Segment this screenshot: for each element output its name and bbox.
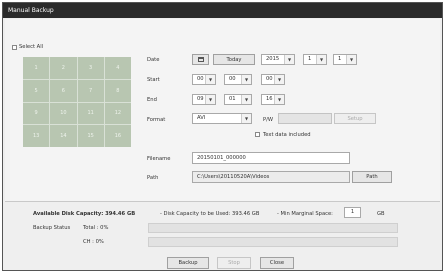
- window-title: Manual Backup: [3, 3, 442, 18]
- calendar-icon: [197, 57, 204, 62]
- channel-cell[interactable]: 11: [77, 102, 104, 125]
- chevron-down-icon: ▼: [346, 55, 356, 64]
- chevron-down-icon: ▼: [274, 75, 284, 84]
- year-select[interactable]: 2015 ▼: [261, 54, 295, 65]
- path-label: Path: [147, 175, 159, 181]
- channel-cell[interactable]: 5: [23, 79, 50, 102]
- path-input[interactable]: C:\Users\20110520A\Videos: [192, 171, 350, 183]
- text-data-label: Text data included: [263, 132, 311, 138]
- start-label: Start: [147, 77, 160, 83]
- day-select[interactable]: 1 ▼: [333, 54, 357, 65]
- end-hour-select[interactable]: 09 ▼: [192, 94, 216, 105]
- start-second-value: 00: [266, 76, 273, 82]
- backup-button[interactable]: Backup: [167, 257, 209, 269]
- month-value: 1: [308, 56, 312, 62]
- password-input[interactable]: [278, 113, 332, 124]
- channel-cell[interactable]: 6: [50, 79, 77, 102]
- min-marginal-input[interactable]: 1: [344, 207, 361, 218]
- chevron-down-icon: ▼: [241, 95, 251, 104]
- filename-label: Filename: [147, 156, 171, 162]
- year-value: 2015: [266, 56, 280, 62]
- channel-cell[interactable]: 10: [50, 102, 77, 125]
- capacity-used-text: - Disk Capacity to be Used: 393.46 GB: [160, 211, 260, 217]
- stop-button[interactable]: Stop: [217, 257, 251, 269]
- start-minute-select[interactable]: 00 ▼: [224, 74, 252, 85]
- channel-cell[interactable]: 9: [23, 102, 50, 125]
- text-data-checkbox[interactable]: [255, 132, 260, 137]
- available-capacity-text: Available Disk Capacity: 394.46 GB: [33, 211, 136, 217]
- close-button[interactable]: Close: [260, 257, 294, 269]
- end-minute-value: 01: [229, 96, 236, 102]
- divider: [5, 201, 440, 202]
- pw-label: P/W: [263, 117, 274, 123]
- channel-cell[interactable]: 4: [104, 57, 131, 79]
- channel-cell[interactable]: 1: [23, 57, 50, 79]
- select-all-checkbox[interactable]: [12, 45, 17, 50]
- setup-button[interactable]: Setup: [334, 113, 376, 124]
- format-value: AVI: [197, 115, 206, 121]
- channel-cell[interactable]: 14: [50, 125, 77, 147]
- backup-status-label: Backup Status: [33, 225, 71, 231]
- start-hour-select[interactable]: 00 ▼: [192, 74, 216, 85]
- channel-cell[interactable]: 15: [77, 125, 104, 147]
- total-progress-bar: [148, 223, 398, 233]
- channel-cell[interactable]: 8: [104, 79, 131, 102]
- channel-grid: 1 2 3 4 5 6 7 8 9 10 11 12 13 14 15 16: [23, 57, 131, 147]
- format-select[interactable]: AVI ▼: [192, 113, 252, 124]
- path-button[interactable]: Path: [352, 171, 392, 183]
- end-label: End: [147, 97, 157, 103]
- start-second-select[interactable]: 00 ▼: [261, 74, 285, 85]
- chevron-down-icon: ▼: [284, 55, 294, 64]
- chevron-down-icon: ▼: [316, 55, 326, 64]
- chevron-down-icon: ▼: [241, 114, 251, 123]
- calendar-button[interactable]: [192, 54, 209, 65]
- today-button[interactable]: Today: [213, 54, 255, 65]
- min-marginal-unit: GB: [377, 211, 385, 217]
- month-select[interactable]: 1 ▼: [303, 54, 327, 65]
- chevron-down-icon: ▼: [205, 95, 215, 104]
- ch-progress-label: CH : 0%: [83, 239, 104, 245]
- start-minute-value: 00: [229, 76, 236, 82]
- min-marginal-label: - Min Marginal Space:: [277, 211, 333, 217]
- date-label: Date: [147, 57, 160, 63]
- end-second-select[interactable]: 16 ▼: [261, 94, 285, 105]
- channel-cell[interactable]: 16: [104, 125, 131, 147]
- total-progress-label: Total : 0%: [83, 225, 109, 231]
- chevron-down-icon: ▼: [274, 95, 284, 104]
- manual-backup-window: Manual Backup Select All 1 2 3 4 5 6 7 8 9 10 11 12…: [2, 2, 443, 271]
- chevron-down-icon: ▼: [205, 75, 215, 84]
- channel-cell[interactable]: 13: [23, 125, 50, 147]
- filename-input[interactable]: 20150101_000000: [192, 152, 350, 164]
- channel-cell[interactable]: 7: [77, 79, 104, 102]
- chevron-down-icon: ▼: [241, 75, 251, 84]
- end-second-value: 16: [266, 96, 273, 102]
- channel-cell[interactable]: 3: [77, 57, 104, 79]
- day-value: 1: [338, 56, 342, 62]
- start-hour-value: 00: [197, 76, 204, 82]
- channel-cell[interactable]: 2: [50, 57, 77, 79]
- end-minute-select[interactable]: 01 ▼: [224, 94, 252, 105]
- format-label: Format: [147, 117, 166, 123]
- ch-progress-bar: [148, 237, 398, 247]
- channel-cell[interactable]: 12: [104, 102, 131, 125]
- select-all-label: Select All: [19, 44, 44, 50]
- end-hour-value: 09: [197, 96, 204, 102]
